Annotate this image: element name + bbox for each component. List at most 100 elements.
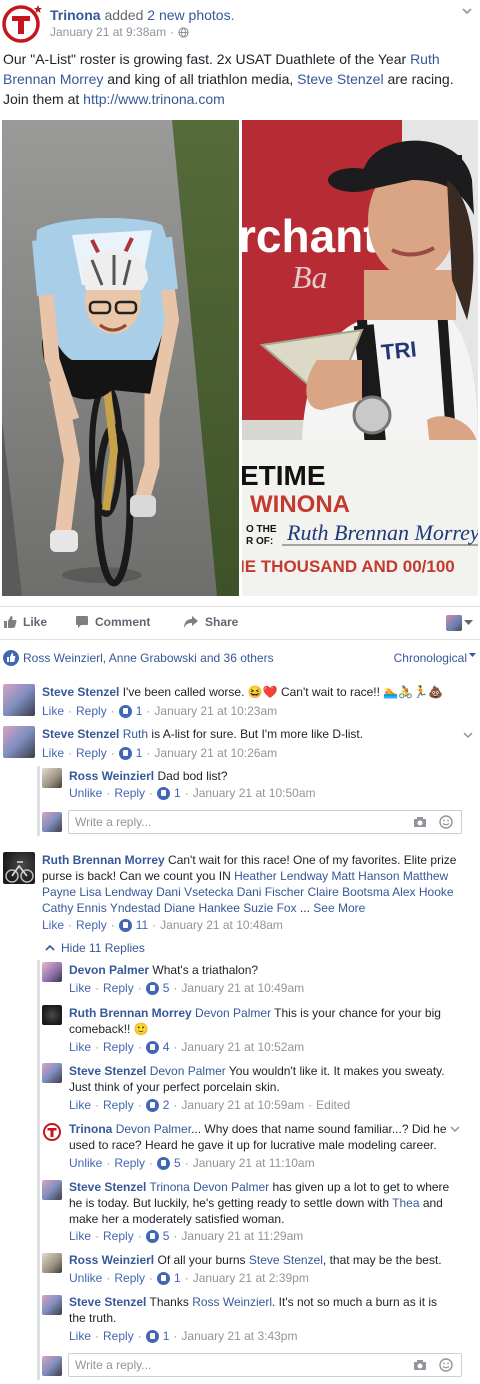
mention-link[interactable]: Trinona Devon Palmer <box>150 1180 270 1194</box>
website-link[interactable]: http://www.trinona.com <box>83 91 225 107</box>
reactions-summary[interactable]: Ross Weinzierl, Anne Grabowski and 36 ot… <box>3 650 274 666</box>
commenter-name[interactable]: Steve Stenzel <box>69 1295 146 1309</box>
comment-reply-button[interactable]: Reply <box>103 1229 134 1243</box>
commenter-name[interactable]: Ruth Brennan Morrey <box>69 1006 192 1020</box>
like-count[interactable]: 1 <box>174 1271 181 1285</box>
like-count[interactable]: 5 <box>174 1156 181 1170</box>
mention-link[interactable]: Devon Palmer <box>195 1006 271 1020</box>
mention-link[interactable]: Devon Palmer <box>116 1122 191 1136</box>
comment-like-button[interactable]: Like <box>69 1329 91 1343</box>
comment-reply-button[interactable]: Reply <box>76 918 107 932</box>
post-options-chevron-icon[interactable] <box>460 4 474 18</box>
commenter-name[interactable]: Ross Weinzierl <box>69 769 154 783</box>
avatar[interactable] <box>42 1005 62 1025</box>
hide-replies-button[interactable]: Hide 11 Replies <box>45 941 145 955</box>
comment-like-button[interactable]: Like <box>69 1040 91 1054</box>
avatar[interactable] <box>42 768 62 788</box>
comment-reply-button[interactable]: Reply <box>76 746 107 760</box>
comment-like-button[interactable]: Like <box>69 1229 91 1243</box>
comment-unlike-button[interactable]: Unlike <box>69 1271 102 1285</box>
emoji-icon[interactable] <box>439 815 453 829</box>
comment-timestamp[interactable]: January 21 at 2:39pm <box>193 1271 309 1285</box>
camera-icon[interactable] <box>413 816 427 828</box>
photo-cyclist[interactable] <box>2 120 239 596</box>
avatar[interactable] <box>3 852 35 884</box>
like-count[interactable]: 1 <box>163 1329 170 1343</box>
comment-like-button[interactable]: Like <box>42 704 64 718</box>
comment-timestamp[interactable]: January 21 at 11:29am <box>181 1229 303 1243</box>
comment-timestamp[interactable]: January 21 at 10:52am <box>181 1040 304 1054</box>
commenter-name[interactable]: Devon Palmer <box>69 963 149 977</box>
commenter-name[interactable]: Ruth Brennan Morrey <box>42 853 165 867</box>
like-count[interactable]: 11 <box>136 918 148 932</box>
commenter-name[interactable]: Steve Stenzel <box>69 1064 146 1078</box>
comment-like-button[interactable]: Like <box>69 981 91 995</box>
post-timestamp[interactable]: January 21 at 9:38am <box>50 25 166 40</box>
commenter-name[interactable]: Steve Stenzel <box>42 685 119 699</box>
comment-like-button[interactable]: Like <box>42 918 64 932</box>
commenter-name[interactable]: Steve Stenzel <box>69 1180 146 1194</box>
avatar[interactable] <box>42 1180 62 1200</box>
comment-reply-button[interactable]: Reply <box>103 1040 134 1054</box>
mention-steve-link[interactable]: Steve Stenzel <box>297 71 383 87</box>
comment-reply-button[interactable]: Reply <box>76 704 107 718</box>
mention-link[interactable]: Steve Stenzel <box>249 1253 323 1267</box>
comment-timestamp[interactable]: January 21 at 3:43pm <box>181 1329 297 1343</box>
mention-link[interactable]: Ruth <box>123 727 148 741</box>
mention-link[interactable]: Devon Palmer <box>150 1064 226 1078</box>
commenter-name[interactable]: Ross Weinzierl <box>69 1253 154 1267</box>
avatar[interactable] <box>3 684 35 716</box>
comment-like-button[interactable]: Like <box>69 1098 91 1112</box>
comment-timestamp[interactable]: January 21 at 10:26am <box>154 746 277 760</box>
comment-reply-button[interactable]: Reply <box>114 1271 145 1285</box>
comment-timestamp[interactable]: January 21 at 10:49am <box>181 981 304 995</box>
avatar[interactable] <box>42 1122 62 1142</box>
page-name-link[interactable]: Trinona <box>50 7 101 23</box>
like-count[interactable]: 1 <box>136 746 143 760</box>
comment-reply-button[interactable]: Reply <box>114 786 145 800</box>
comment-reply-button[interactable]: Reply <box>103 1329 134 1343</box>
like-count[interactable]: 5 <box>163 981 170 995</box>
avatar[interactable] <box>42 1253 62 1273</box>
share-button[interactable]: Share <box>183 615 238 629</box>
avatar[interactable] <box>3 726 35 758</box>
photo-count-link[interactable]: 2 new photos <box>147 7 230 23</box>
comment-reply-button[interactable]: Reply <box>103 981 134 995</box>
comment-unlike-button[interactable]: Unlike <box>69 786 102 800</box>
emoji-icon[interactable] <box>439 1358 453 1372</box>
comment-timestamp[interactable]: January 21 at 10:23am <box>154 704 277 718</box>
mention-link[interactable]: Thea <box>392 1196 419 1210</box>
comment-unlike-button[interactable]: Unlike <box>69 1156 102 1170</box>
commenter-name[interactable]: Trinona <box>69 1122 112 1136</box>
edited-label[interactable]: Edited <box>316 1098 350 1112</box>
like-count[interactable]: 1 <box>174 786 181 800</box>
trinona-logo[interactable] <box>2 3 42 43</box>
commenter-name[interactable]: Steve Stenzel <box>42 727 119 741</box>
reply-input[interactable]: Write a reply... <box>68 1353 462 1377</box>
like-count[interactable]: 1 <box>136 704 143 718</box>
like-count[interactable]: 2 <box>163 1098 170 1112</box>
photo-ruth-award[interactable]: rchants Ba TRI ETIME WINONA O THE R OF: … <box>242 120 478 596</box>
comment-timestamp[interactable]: January 21 at 10:59am <box>181 1098 304 1112</box>
comment-order-dropdown[interactable]: Chronological <box>394 651 476 665</box>
comment-reply-button[interactable]: Reply <box>114 1156 145 1170</box>
comment-timestamp[interactable]: January 21 at 10:50am <box>193 786 316 800</box>
comment-button[interactable]: Comment <box>75 615 150 629</box>
comment-timestamp[interactable]: January 21 at 10:48am <box>160 918 283 932</box>
avatar[interactable] <box>42 1063 62 1083</box>
comment-like-button[interactable]: Like <box>42 746 64 760</box>
comment-reply-button[interactable]: Reply <box>103 1098 134 1112</box>
camera-icon[interactable] <box>413 1359 427 1371</box>
comment-options-chevron-icon[interactable] <box>462 730 474 740</box>
see-more-link[interactable]: See More <box>313 901 365 915</box>
post-as-selector[interactable] <box>446 615 473 631</box>
like-count[interactable]: 4 <box>163 1040 170 1054</box>
avatar[interactable] <box>42 1295 62 1315</box>
comment-timestamp[interactable]: January 21 at 11:10am <box>193 1156 315 1170</box>
like-button[interactable]: Like <box>3 615 47 629</box>
mention-link[interactable]: Ross Weinzierl <box>192 1295 272 1309</box>
reply-options-chevron-icon[interactable] <box>449 1124 461 1134</box>
avatar[interactable] <box>42 962 62 982</box>
like-count[interactable]: 5 <box>163 1229 170 1243</box>
reply-input[interactable]: Write a reply... <box>68 810 462 834</box>
